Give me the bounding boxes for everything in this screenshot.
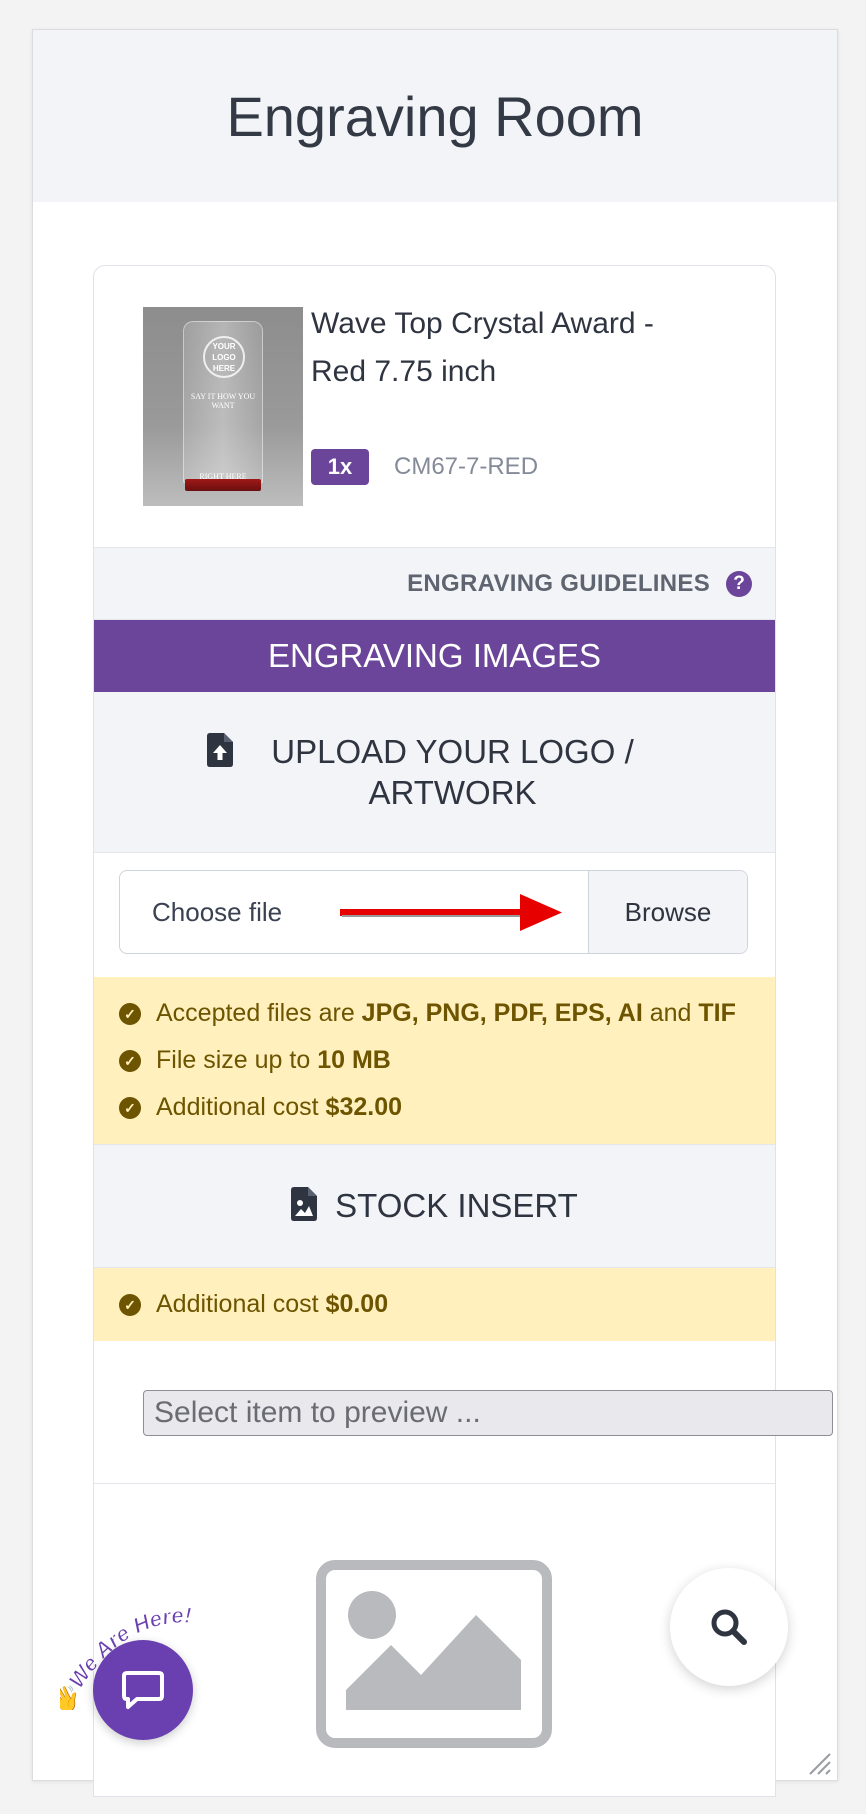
stock-cost-text: Additional cost $0.00 (156, 1290, 389, 1318)
preview-select[interactable]: Select item to preview ... (143, 1390, 833, 1436)
page-title: Engraving Room (226, 84, 644, 148)
engraving-guidelines-link[interactable]: ENGRAVING GUIDELINES ? (94, 548, 775, 620)
choose-file-label[interactable]: Choose file (152, 871, 282, 953)
file-image-icon (291, 1186, 318, 1226)
guidelines-label: ENGRAVING GUIDELINES (407, 569, 710, 597)
browse-button[interactable]: Browse (588, 871, 747, 953)
crystal-red-base (185, 479, 261, 491)
image-placeholder-icon (316, 1560, 552, 1748)
check-circle-icon: ✓ (119, 1003, 141, 1025)
check-circle-icon: ✓ (119, 1050, 141, 1072)
file-input[interactable]: Choose file Browse (119, 870, 748, 954)
product-name[interactable]: Wave Top Crystal Award - Red 7.75 inch (311, 300, 711, 396)
stock-insert-label: STOCK INSERT (335, 1187, 578, 1224)
chat-bubble-icon (122, 1671, 164, 1709)
product-image: YOUR LOGO HERE SAY IT HOW YOU WANT RIGHT… (143, 307, 303, 506)
question-circle-icon[interactable]: ? (726, 570, 752, 597)
file-size-text: File size up to 10 MB (156, 1046, 391, 1074)
file-size-note: ✓ File size up to 10 MB (119, 1042, 750, 1079)
accepted-files-note: ✓ Accepted files are JPG, PNG, PDF, EPS,… (119, 995, 750, 1032)
crystal-logo-mark: YOUR LOGO HERE (203, 336, 245, 378)
engraving-images-title: ENGRAVING IMAGES (267, 637, 602, 674)
chat-button[interactable] (93, 1640, 193, 1740)
page-header: Engraving Room (33, 30, 837, 202)
upload-cost-text: Additional cost $32.00 (156, 1093, 403, 1121)
check-circle-icon: ✓ (119, 1097, 141, 1119)
crystal-tagline: SAY IT HOW YOU WANT (190, 392, 256, 410)
red-arrow-annotation (340, 894, 562, 931)
engraving-images-header: ENGRAVING IMAGES (94, 620, 775, 692)
accepted-files-text: Accepted files are JPG, PNG, PDF, EPS, A… (156, 999, 736, 1027)
product-name-line1: Wave Top Crystal Award - (311, 307, 654, 340)
upload-requirements-notice: ✓ Accepted files are JPG, PNG, PDF, EPS,… (94, 977, 775, 1144)
stock-insert-header[interactable]: STOCK INSERT (94, 1144, 775, 1268)
product-sku: CM67-7-RED (394, 453, 539, 480)
upload-artwork-header[interactable]: UPLOAD YOUR LOGO / ARTWORK (94, 692, 775, 853)
file-chooser-row: Choose file Browse (94, 853, 775, 977)
waving-hand-icon: 👋 (60, 1684, 80, 1710)
stock-cost-note: ✓ Additional cost $0.00 (119, 1286, 750, 1323)
search-icon (711, 1609, 747, 1645)
crystal-logo-text: YOUR LOGO HERE (212, 341, 236, 373)
file-upload-icon (206, 732, 233, 772)
stock-insert-notice: ✓ Additional cost $0.00 (94, 1268, 775, 1341)
check-circle-icon: ✓ (119, 1294, 141, 1316)
resize-handle-icon[interactable] (806, 1750, 832, 1776)
product-name-line2: Red 7.75 inch (311, 355, 497, 388)
upload-artwork-label: UPLOAD YOUR LOGO / ARTWORK (271, 733, 634, 811)
quantity-badge: 1x (311, 449, 369, 485)
search-button[interactable] (670, 1568, 788, 1686)
crystal-award-graphic: YOUR LOGO HERE SAY IT HOW YOU WANT RIGHT… (183, 321, 263, 483)
product-summary: YOUR LOGO HERE SAY IT HOW YOU WANT RIGHT… (94, 266, 775, 548)
upload-cost-note: ✓ Additional cost $32.00 (119, 1089, 750, 1126)
preview-select-row: Select item to preview ... (94, 1341, 833, 1484)
